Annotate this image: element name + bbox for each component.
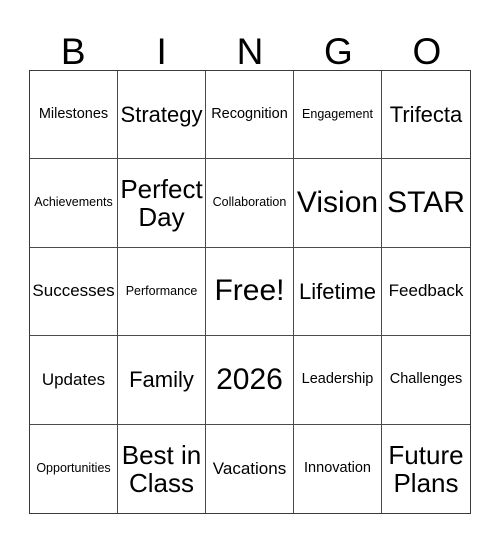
bingo-free-space[interactable]: Free! (206, 247, 294, 337)
bingo-cell-label: Strategy (120, 101, 203, 127)
bingo-cell-label: STAR (387, 185, 465, 219)
bingo-cell-r4-c3[interactable]: 2026 (206, 336, 294, 425)
bingo-cell-label: Performance (125, 283, 198, 298)
bingo-cell-r2-c2[interactable]: Perfect Day (118, 159, 206, 248)
header-letter-text: I (156, 31, 167, 72)
bingo-cell-label: Successes (32, 281, 115, 301)
bingo-cell-label: Lifetime (298, 278, 377, 304)
bingo-cell-label: Opportunities (36, 461, 111, 476)
bingo-header-letter-o: O (383, 22, 471, 70)
header-letter-text: N (236, 31, 264, 72)
bingo-cell-r5-c3[interactable]: Vacations (206, 424, 294, 513)
bingo-cell-label: Milestones (38, 105, 109, 122)
bingo-cell-label: Perfect Day (120, 174, 203, 233)
bingo-cell-r5-c4[interactable]: Innovation (294, 424, 382, 513)
header-letter-text: B (60, 31, 86, 72)
bingo-cell-r3-c5[interactable]: Feedback (382, 247, 470, 337)
bingo-cell-label: Recognition (211, 105, 288, 122)
bingo-cell-label: Leadership (301, 371, 374, 388)
bingo-header-letter-g: G (294, 22, 382, 70)
bingo-cell-label: Feedback (388, 281, 464, 301)
bingo-cell-r1-c5[interactable]: Trifecta (382, 71, 470, 160)
bingo-cell-label: Family (129, 367, 194, 393)
bingo-cell-label: Trifecta (389, 101, 463, 127)
bingo-cell-label: Challenges (389, 371, 463, 388)
bingo-cell-label: Vacations (212, 458, 287, 478)
bingo-cell-r1-c1[interactable]: Milestones (30, 71, 118, 160)
bingo-cell-r1-c2[interactable]: Strategy (118, 71, 206, 160)
bingo-header-letter-b: B (29, 22, 117, 70)
bingo-cell-label: Vision (296, 185, 379, 219)
bingo-cell-label: Achievements (34, 195, 113, 210)
bingo-cell-r3-c2[interactable]: Performance (118, 247, 206, 337)
bingo-cell-label: Free! (214, 274, 285, 308)
header-letter-text: O (412, 31, 442, 72)
bingo-cell-r5-c2[interactable]: Best in Class (118, 424, 206, 513)
bingo-cell-r4-c2[interactable]: Family (118, 336, 206, 425)
bingo-cell-r4-c5[interactable]: Challenges (382, 336, 470, 425)
bingo-header-letter-i: I (117, 22, 205, 70)
bingo-card: B I N G O Milestones Strategy Recognition E… (0, 0, 500, 544)
bingo-cell-r5-c5[interactable]: Future Plans (382, 424, 470, 513)
bingo-cell-r2-c4[interactable]: Vision (294, 159, 382, 248)
header-letter-text: G (324, 31, 353, 72)
bingo-cell-r2-c5[interactable]: STAR (382, 159, 470, 248)
bingo-header-row: B I N G O (29, 22, 471, 70)
bingo-grid: Milestones Strategy Recognition Engagement T… (29, 70, 471, 514)
bingo-cell-label: Updates (41, 369, 106, 389)
bingo-cell-r5-c1[interactable]: Opportunities (30, 424, 118, 513)
bingo-cell-label: Innovation (304, 459, 371, 476)
bingo-cell-r3-c1[interactable]: Successes (30, 247, 118, 337)
bingo-cell-r1-c3[interactable]: Recognition (206, 71, 294, 160)
bingo-cell-label: Best in Class (121, 439, 202, 498)
bingo-cell-r3-c4[interactable]: Lifetime (294, 247, 382, 337)
bingo-header-letter-n: N (206, 22, 294, 70)
bingo-cell-r4-c1[interactable]: Updates (30, 336, 118, 425)
bingo-cell-label: 2026 (216, 362, 283, 396)
bingo-cell-label: Future Plans (388, 439, 464, 498)
bingo-cell-r1-c4[interactable]: Engagement (294, 71, 382, 160)
bingo-cell-r2-c1[interactable]: Achievements (30, 159, 118, 248)
bingo-cell-r2-c3[interactable]: Collaboration (206, 159, 294, 248)
bingo-cell-label: Collaboration (212, 195, 287, 210)
bingo-cell-r4-c4[interactable]: Leadership (294, 336, 382, 425)
bingo-cell-label: Engagement (302, 106, 373, 121)
